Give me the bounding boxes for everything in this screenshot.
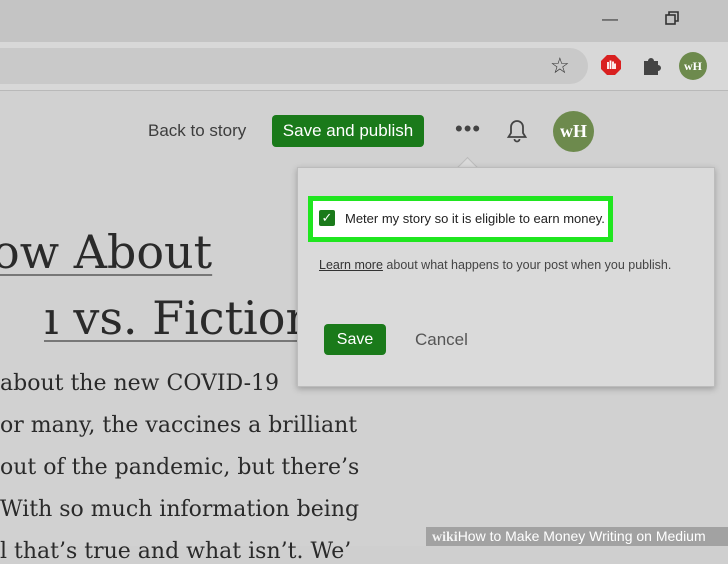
article-body-line: With so much information being (0, 497, 360, 522)
profile-avatar[interactable]: wH (679, 52, 707, 80)
article-title-line: ı vs. Fiction (44, 291, 316, 345)
bookmark-star-icon[interactable]: ☆ (550, 54, 570, 78)
more-options-icon[interactable]: ••• (455, 118, 481, 140)
back-to-story-link[interactable]: Back to story (148, 121, 246, 141)
address-bar[interactable] (0, 48, 588, 84)
caption-text: wikiHow to Make Money Writing on Medium (432, 527, 706, 547)
article-body-line: or many, the vaccines a brilliant (0, 413, 358, 438)
restore-icon[interactable] (662, 10, 682, 30)
learn-more-description: Learn more about what happens to your po… (319, 258, 671, 272)
meter-checkbox[interactable]: ✓ (319, 210, 335, 226)
save-and-publish-button[interactable]: Save and publish (272, 115, 424, 147)
article-title-line: ow About (0, 225, 213, 279)
minimize-icon[interactable]: — (600, 10, 620, 30)
meter-option-highlight: ✓ Meter my story so it is eligible to ea… (308, 196, 613, 242)
article-body-line: about the new COVID-19 (0, 371, 280, 396)
extensions-puzzle-icon[interactable] (640, 54, 662, 76)
caption-title: How to Make Money Writing on Medium (457, 528, 706, 544)
meter-checkbox-label[interactable]: Meter my story so it is eligible to earn… (345, 211, 605, 226)
notifications-bell-icon[interactable] (505, 118, 529, 144)
browser-titlebar: — (0, 0, 728, 42)
user-avatar[interactable]: wH (553, 111, 594, 152)
editor-page: Back to story Save and publish ••• wH ow… (0, 91, 728, 564)
wikihow-logo: wiki (432, 530, 458, 545)
learn-more-link[interactable]: Learn more (319, 258, 383, 272)
article-body-line: out of the pandemic, but there’s (0, 455, 360, 480)
article-body-line: l that’s true and what isn’t. We’ (0, 539, 352, 564)
browser-toolbar: ☆ wH (0, 42, 728, 91)
adblock-extension-icon[interactable] (600, 54, 622, 76)
save-button[interactable]: Save (324, 324, 386, 355)
learn-more-text: about what happens to your post when you… (382, 258, 672, 272)
cancel-button[interactable]: Cancel (415, 330, 468, 350)
publish-options-popup: ✓ Meter my story so it is eligible to ea… (297, 167, 715, 387)
